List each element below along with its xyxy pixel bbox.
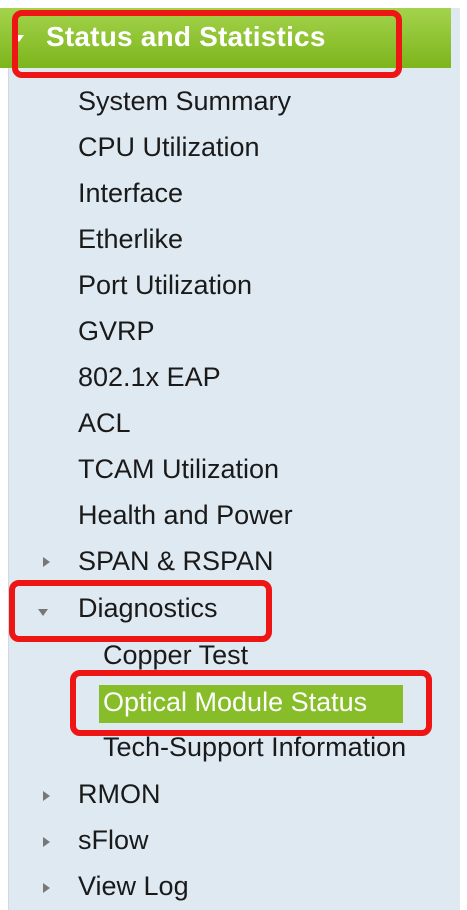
menu-item-sflow[interactable]: sFlow (78, 825, 149, 856)
annotation-box-diagnostics (9, 580, 272, 642)
annotation-box-status-and-statistics (12, 10, 402, 78)
menu-item-gvrp[interactable]: GVRP (78, 316, 155, 347)
menu-item-tcam-utilization[interactable]: TCAM Utilization (78, 454, 279, 485)
expand-arrow-icon[interactable] (43, 791, 50, 801)
menu-item-port-utilization[interactable]: Port Utilization (78, 270, 252, 301)
menu-item-interface[interactable]: Interface (78, 178, 183, 209)
menu-item-system-summary[interactable]: System Summary (78, 86, 291, 117)
menu-item-tech-support-information[interactable]: Tech-Support Information (103, 732, 406, 763)
menu-item-span-rspan[interactable]: SPAN & RSPAN (78, 546, 274, 577)
menu-item-health-and-power[interactable]: Health and Power (78, 500, 293, 531)
annotation-box-optical-module-status (70, 670, 432, 736)
menu-item-rmon[interactable]: RMON (78, 779, 161, 810)
expand-arrow-icon[interactable] (43, 837, 50, 847)
menu-item-802-1x-eap[interactable]: 802.1x EAP (78, 362, 221, 393)
expand-arrow-icon[interactable] (43, 557, 50, 567)
expand-arrow-icon[interactable] (43, 883, 50, 893)
menu-item-copper-test[interactable]: Copper Test (103, 640, 248, 671)
menu-item-cpu-utilization[interactable]: CPU Utilization (78, 132, 260, 163)
menu-item-etherlike[interactable]: Etherlike (78, 224, 183, 255)
menu-item-view-log[interactable]: View Log (78, 871, 189, 902)
menu-item-acl[interactable]: ACL (78, 408, 131, 439)
